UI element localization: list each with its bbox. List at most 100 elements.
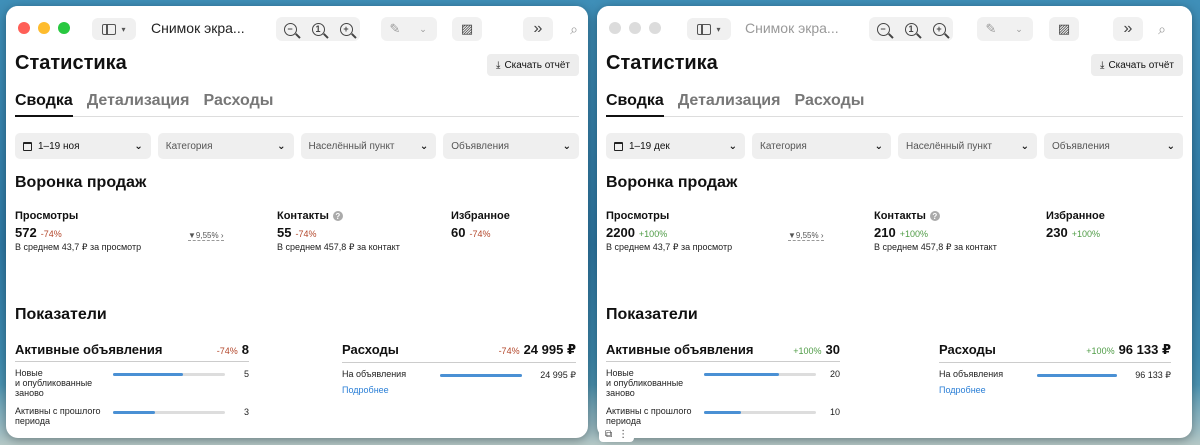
filter-bar: 1–19 дек ⌄ Категория ⌄ Населённый пункт …	[606, 133, 1183, 159]
indicators-title: Показатели	[15, 306, 107, 323]
actual-size-button[interactable]: 1	[897, 17, 925, 41]
category-filter[interactable]: Категория ⌄	[157, 133, 294, 159]
tab-details[interactable]: Детализация	[678, 92, 781, 110]
markup-controls: ✎ ⌄	[381, 17, 437, 41]
help-icon[interactable]: ?	[332, 211, 343, 221]
minimize-button[interactable]	[629, 22, 641, 34]
row-label: Новые и опубликованные заново	[15, 368, 93, 398]
category-filter[interactable]: Категория ⌄	[752, 133, 891, 159]
tab-bar: Сводка Детализация Расходы	[606, 92, 864, 110]
row-value: 10	[829, 407, 840, 417]
views-value: 572	[15, 225, 37, 240]
zoom-out-button[interactable]: −	[276, 17, 304, 41]
ads-filter[interactable]: Объявления ⌄	[1044, 133, 1183, 159]
more-tools-button[interactable]: »	[523, 17, 553, 41]
crop-button[interactable]: ▨	[1049, 17, 1079, 41]
funnel-title: Воронка продаж	[15, 174, 147, 191]
sidebar-toggle-button[interactable]: ▾	[687, 18, 731, 40]
details-link[interactable]: Подробнее	[939, 385, 1171, 395]
tab-expenses[interactable]: Расходы	[203, 92, 273, 110]
indicator-value: 8	[241, 342, 249, 357]
chevron-double-right-icon: »	[1123, 20, 1133, 37]
indicator-divider	[606, 361, 840, 362]
zoom-button[interactable]	[58, 22, 70, 34]
tab-details[interactable]: Детализация	[87, 92, 190, 110]
tab-expenses[interactable]: Расходы	[794, 92, 864, 110]
close-button[interactable]	[18, 22, 30, 34]
filter-bar: 1–19 ноя ⌄ Категория ⌄ Населённый пункт …	[15, 133, 579, 159]
search-button[interactable]: ⌕	[1147, 17, 1177, 41]
chevron-right-icon: ›	[220, 231, 224, 240]
search-button[interactable]: ⌕	[559, 17, 588, 41]
contacts-subtitle: В среднем 457,8 ₽ за контакт	[874, 242, 997, 252]
favorites-metric: Избранное 60 -74%	[451, 210, 510, 240]
chevron-down-icon: ⌄	[419, 140, 429, 152]
indicator-divider	[15, 361, 249, 362]
markup-button[interactable]: ✎	[977, 17, 1005, 41]
tab-summary[interactable]: Сводка	[606, 92, 664, 110]
title-bar: ▾ Снимок экра... − 1 + ✎ ⌄ ▨ » ⌕	[597, 6, 1192, 50]
help-icon[interactable]: ?	[929, 211, 940, 221]
more-icon[interactable]: ⋮	[618, 429, 628, 440]
progress-track	[704, 411, 816, 414]
download-icon: ⤓	[1100, 59, 1105, 71]
conversion-value: 9,55%	[195, 231, 219, 240]
favorites-label: Избранное	[451, 210, 510, 222]
chevron-down-icon: ⌄	[1166, 140, 1175, 152]
more-tools-button[interactable]: »	[1113, 17, 1143, 41]
indicator-title: Расходы	[939, 342, 996, 357]
conversion-link[interactable]: ▼9,55% ›	[788, 231, 824, 241]
date-filter[interactable]: 1–19 ноя ⌄	[15, 133, 151, 159]
tab-summary[interactable]: Сводка	[15, 92, 73, 110]
download-report-button[interactable]: ⤓ Скачать отчёт	[1091, 54, 1183, 76]
conversion-link[interactable]: ▼9,55% ›	[188, 231, 224, 241]
chevron-double-right-icon: »	[533, 20, 543, 37]
active-ads-indicator: Активные объявления -74% 8 Новые и опубл…	[15, 342, 249, 430]
zoom-out-button[interactable]: −	[869, 17, 897, 41]
sidebar-toggle-button[interactable]: ▾	[92, 18, 136, 40]
image-icon: ▨	[460, 21, 474, 36]
screenshot-icon[interactable]: ⧉	[605, 429, 612, 440]
change-badge: -74%	[295, 229, 317, 239]
chevron-down-icon: ⌄	[1015, 23, 1023, 34]
crop-button[interactable]: ▨	[452, 17, 482, 41]
markup-menu-button[interactable]: ⌄	[1005, 17, 1033, 41]
city-filter[interactable]: Населённый пункт ⌄	[300, 133, 437, 159]
zoom-in-button[interactable]: +	[332, 17, 360, 41]
ads-filter[interactable]: Объявления ⌄	[443, 133, 579, 159]
change-badge: +100%	[638, 229, 668, 239]
contacts-label: Контакты	[874, 210, 926, 222]
statistics-page: Статистика ⤓ Скачать отчёт Сводка Детали…	[6, 50, 588, 438]
zoom-in-button[interactable]: +	[925, 17, 953, 41]
window-title: Снимок экра...	[745, 20, 839, 36]
chevron-down-icon: ⌄	[419, 23, 427, 34]
date-filter[interactable]: 1–19 дек ⌄	[606, 133, 745, 159]
close-button[interactable]	[609, 22, 621, 34]
markup-menu-button[interactable]: ⌄	[409, 17, 437, 41]
title-bar: ▾ Снимок экра... − 1 + ✎ ⌄ ▨ » ⌕	[6, 6, 588, 50]
zoom-in-icon: +	[932, 22, 946, 36]
page-title: Статистика	[15, 52, 127, 74]
download-report-button[interactable]: ⤓ Скачать отчёт	[487, 54, 579, 76]
change-badge: +100%	[899, 229, 928, 239]
progress-fill	[1037, 374, 1117, 377]
row-label: На объявления	[939, 369, 1004, 379]
zoom-controls: − 1 +	[869, 17, 953, 41]
favorites-label: Избранное	[1046, 210, 1105, 222]
details-link[interactable]: Подробнее	[342, 385, 576, 395]
tab-bar: Сводка Детализация Расходы	[15, 92, 273, 110]
markup-button[interactable]: ✎	[381, 17, 409, 41]
chevron-down-icon: ⌄	[134, 140, 143, 152]
zoom-button[interactable]	[649, 22, 661, 34]
chevron-down-icon: ⌄	[277, 140, 286, 152]
city-filter[interactable]: Населённый пункт ⌄	[898, 133, 1037, 159]
download-report-label: Скачать отчёт	[504, 59, 570, 71]
chevron-down-icon: ⌄	[1020, 140, 1029, 152]
markup-controls: ✎ ⌄	[977, 17, 1033, 41]
actual-size-button[interactable]: 1	[304, 17, 332, 41]
indicator-row: Новые и опубликованные заново 20	[606, 368, 840, 400]
floating-toolbar[interactable]: ⧉ ⋮	[599, 426, 635, 442]
traffic-lights	[609, 22, 661, 34]
tab-divider	[15, 116, 579, 117]
minimize-button[interactable]	[38, 22, 50, 34]
